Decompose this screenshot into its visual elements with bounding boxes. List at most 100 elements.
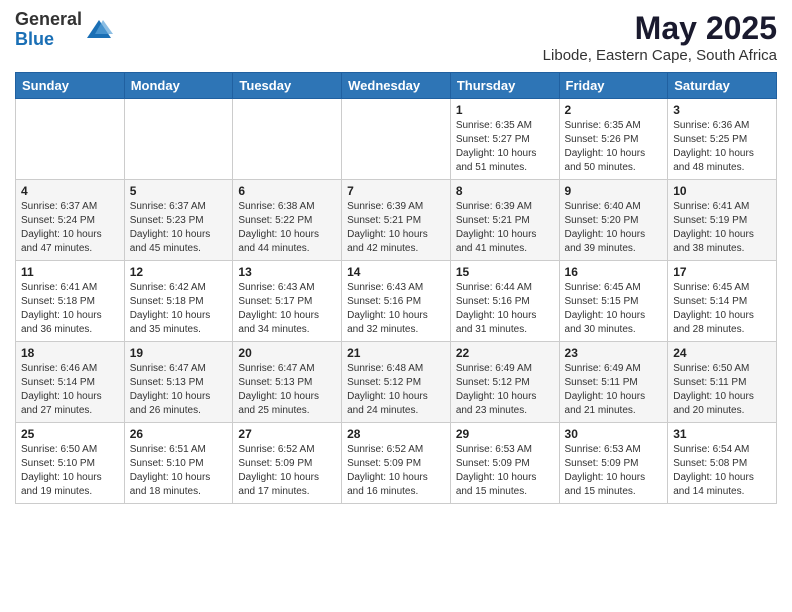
day-number: 18 bbox=[21, 346, 119, 360]
day-number: 31 bbox=[673, 427, 771, 441]
day-cell: 17 Sunrise: 6:45 AM Sunset: 5:14 PM Dayli… bbox=[668, 261, 777, 342]
col-header-monday: Monday bbox=[124, 73, 233, 99]
day-info: Sunrise: 6:44 AM Sunset: 5:16 PM Dayligh… bbox=[456, 281, 554, 337]
day-number: 16 bbox=[565, 265, 663, 279]
day-number: 29 bbox=[456, 427, 554, 441]
day-info: Sunrise: 6:41 AM Sunset: 5:18 PM Dayligh… bbox=[21, 281, 119, 337]
day-info: Sunrise: 6:37 AM Sunset: 5:23 PM Dayligh… bbox=[130, 200, 228, 256]
day-cell: 20Sunrise: 6:47 AM Sunset: 5:13 PM Dayli… bbox=[233, 342, 342, 423]
day-info: Sunrise: 6:53 AM Sunset: 5:09 PM Dayligh… bbox=[456, 443, 554, 499]
day-cell: 28Sunrise: 6:52 AM Sunset: 5:09 PM Dayli… bbox=[342, 423, 451, 504]
day-info: Sunrise: 6:49 AM Sunset: 5:11 PM Dayligh… bbox=[565, 362, 663, 418]
col-header-friday: Friday bbox=[559, 73, 668, 99]
day-number: 19 bbox=[130, 346, 228, 360]
week-row-5: 25Sunrise: 6:50 AM Sunset: 5:10 PM Dayli… bbox=[16, 423, 777, 504]
day-number: 5 bbox=[130, 184, 228, 198]
day-number: 4 bbox=[21, 184, 119, 198]
day-cell: 24 Sunrise: 6:50 AM Sunset: 5:11 PM Dayli… bbox=[668, 342, 777, 423]
week-row-2: 4 Sunrise: 6:37 AM Sunset: 5:24 PM Daylig… bbox=[16, 180, 777, 261]
calendar-title: May 2025 bbox=[543, 10, 777, 47]
day-cell: 12 Sunrise: 6:42 AM Sunset: 5:18 PM Dayli… bbox=[124, 261, 233, 342]
day-number: 11 bbox=[21, 265, 119, 279]
day-cell: 19 Sunrise: 6:47 AM Sunset: 5:13 PM Dayli… bbox=[124, 342, 233, 423]
day-cell: 26 Sunrise: 6:51 AM Sunset: 5:10 PM Dayli… bbox=[124, 423, 233, 504]
day-cell: 31 Sunrise: 6:54 AM Sunset: 5:08 PM Dayli… bbox=[668, 423, 777, 504]
title-block: May 2025 Libode, Eastern Cape, South Afr… bbox=[543, 10, 777, 64]
day-info: Sunrise: 6:42 AM Sunset: 5:18 PM Dayligh… bbox=[130, 281, 228, 337]
day-cell: 22 Sunrise: 6:49 AM Sunset: 5:12 PM Dayli… bbox=[450, 342, 559, 423]
day-info: Sunrise: 6:39 AM Sunset: 5:21 PM Dayligh… bbox=[347, 200, 445, 256]
day-cell bbox=[233, 99, 342, 180]
day-cell: 23 Sunrise: 6:49 AM Sunset: 5:11 PM Dayli… bbox=[559, 342, 668, 423]
logo-text-block: General Blue bbox=[15, 10, 82, 50]
day-cell: 7 Sunrise: 6:39 AM Sunset: 5:21 PM Daylig… bbox=[342, 180, 451, 261]
day-info: Sunrise: 6:51 AM Sunset: 5:10 PM Dayligh… bbox=[130, 443, 228, 499]
day-cell: 5 Sunrise: 6:37 AM Sunset: 5:23 PM Daylig… bbox=[124, 180, 233, 261]
day-info: Sunrise: 6:52 AM Sunset: 5:09 PM Dayligh… bbox=[238, 443, 336, 499]
day-number: 3 bbox=[673, 103, 771, 117]
day-cell: 27 Sunrise: 6:52 AM Sunset: 5:09 PM Dayli… bbox=[233, 423, 342, 504]
day-info: Sunrise: 6:50 AM Sunset: 5:11 PM Dayligh… bbox=[673, 362, 771, 418]
day-cell: 9 Sunrise: 6:40 AM Sunset: 5:20 PM Daylig… bbox=[559, 180, 668, 261]
day-cell: 30 Sunrise: 6:53 AM Sunset: 5:09 PM Dayli… bbox=[559, 423, 668, 504]
day-number: 23 bbox=[565, 346, 663, 360]
page: General Blue May 2025 Libode, Eastern Ca… bbox=[0, 0, 792, 514]
calendar-subtitle: Libode, Eastern Cape, South Africa bbox=[543, 47, 777, 64]
day-number: 15 bbox=[456, 265, 554, 279]
col-header-wednesday: Wednesday bbox=[342, 73, 451, 99]
day-cell: 21Sunrise: 6:48 AM Sunset: 5:12 PM Dayli… bbox=[342, 342, 451, 423]
col-header-saturday: Saturday bbox=[668, 73, 777, 99]
day-info: Sunrise: 6:37 AM Sunset: 5:24 PM Dayligh… bbox=[21, 200, 119, 256]
day-cell: 8Sunrise: 6:39 AM Sunset: 5:21 PM Daylig… bbox=[450, 180, 559, 261]
day-number: 9 bbox=[565, 184, 663, 198]
day-number: 1 bbox=[456, 103, 554, 117]
day-cell: 29 Sunrise: 6:53 AM Sunset: 5:09 PM Dayli… bbox=[450, 423, 559, 504]
day-info: Sunrise: 6:47 AM Sunset: 5:13 PM Dayligh… bbox=[130, 362, 228, 418]
col-header-sunday: Sunday bbox=[16, 73, 125, 99]
day-cell: 14Sunrise: 6:43 AM Sunset: 5:16 PM Dayli… bbox=[342, 261, 451, 342]
day-info: Sunrise: 6:53 AM Sunset: 5:09 PM Dayligh… bbox=[565, 443, 663, 499]
day-info: Sunrise: 6:49 AM Sunset: 5:12 PM Dayligh… bbox=[456, 362, 554, 418]
day-cell bbox=[16, 99, 125, 180]
day-info: Sunrise: 6:45 AM Sunset: 5:14 PM Dayligh… bbox=[673, 281, 771, 337]
day-number: 24 bbox=[673, 346, 771, 360]
day-number: 22 bbox=[456, 346, 554, 360]
calendar-table: SundayMondayTuesdayWednesdayThursdayFrid… bbox=[15, 72, 777, 504]
day-info: Sunrise: 6:35 AM Sunset: 5:27 PM Dayligh… bbox=[456, 119, 554, 175]
week-row-4: 18 Sunrise: 6:46 AM Sunset: 5:14 PM Dayli… bbox=[16, 342, 777, 423]
day-number: 7 bbox=[347, 184, 445, 198]
day-info: Sunrise: 6:48 AM Sunset: 5:12 PM Dayligh… bbox=[347, 362, 445, 418]
day-number: 12 bbox=[130, 265, 228, 279]
logo: General Blue bbox=[15, 10, 113, 50]
day-number: 26 bbox=[130, 427, 228, 441]
week-row-1: 1 Sunrise: 6:35 AM Sunset: 5:27 PM Daylig… bbox=[16, 99, 777, 180]
day-number: 13 bbox=[238, 265, 336, 279]
day-info: Sunrise: 6:46 AM Sunset: 5:14 PM Dayligh… bbox=[21, 362, 119, 418]
day-number: 27 bbox=[238, 427, 336, 441]
day-number: 30 bbox=[565, 427, 663, 441]
day-number: 6 bbox=[238, 184, 336, 198]
day-number: 14 bbox=[347, 265, 445, 279]
col-header-tuesday: Tuesday bbox=[233, 73, 342, 99]
day-info: Sunrise: 6:35 AM Sunset: 5:26 PM Dayligh… bbox=[565, 119, 663, 175]
day-info: Sunrise: 6:38 AM Sunset: 5:22 PM Dayligh… bbox=[238, 200, 336, 256]
day-cell: 2Sunrise: 6:35 AM Sunset: 5:26 PM Daylig… bbox=[559, 99, 668, 180]
day-cell: 6 Sunrise: 6:38 AM Sunset: 5:22 PM Daylig… bbox=[233, 180, 342, 261]
day-number: 17 bbox=[673, 265, 771, 279]
day-info: Sunrise: 6:52 AM Sunset: 5:09 PM Dayligh… bbox=[347, 443, 445, 499]
day-info: Sunrise: 6:41 AM Sunset: 5:19 PM Dayligh… bbox=[673, 200, 771, 256]
day-cell: 11 Sunrise: 6:41 AM Sunset: 5:18 PM Dayli… bbox=[16, 261, 125, 342]
day-cell bbox=[342, 99, 451, 180]
day-cell bbox=[124, 99, 233, 180]
day-number: 25 bbox=[21, 427, 119, 441]
col-header-thursday: Thursday bbox=[450, 73, 559, 99]
header: General Blue May 2025 Libode, Eastern Ca… bbox=[15, 10, 777, 64]
day-number: 8 bbox=[456, 184, 554, 198]
day-info: Sunrise: 6:54 AM Sunset: 5:08 PM Dayligh… bbox=[673, 443, 771, 499]
day-cell: 10Sunrise: 6:41 AM Sunset: 5:19 PM Dayli… bbox=[668, 180, 777, 261]
day-info: Sunrise: 6:40 AM Sunset: 5:20 PM Dayligh… bbox=[565, 200, 663, 256]
day-info: Sunrise: 6:47 AM Sunset: 5:13 PM Dayligh… bbox=[238, 362, 336, 418]
day-info: Sunrise: 6:45 AM Sunset: 5:15 PM Dayligh… bbox=[565, 281, 663, 337]
day-info: Sunrise: 6:43 AM Sunset: 5:17 PM Dayligh… bbox=[238, 281, 336, 337]
logo-general: General bbox=[15, 9, 82, 29]
